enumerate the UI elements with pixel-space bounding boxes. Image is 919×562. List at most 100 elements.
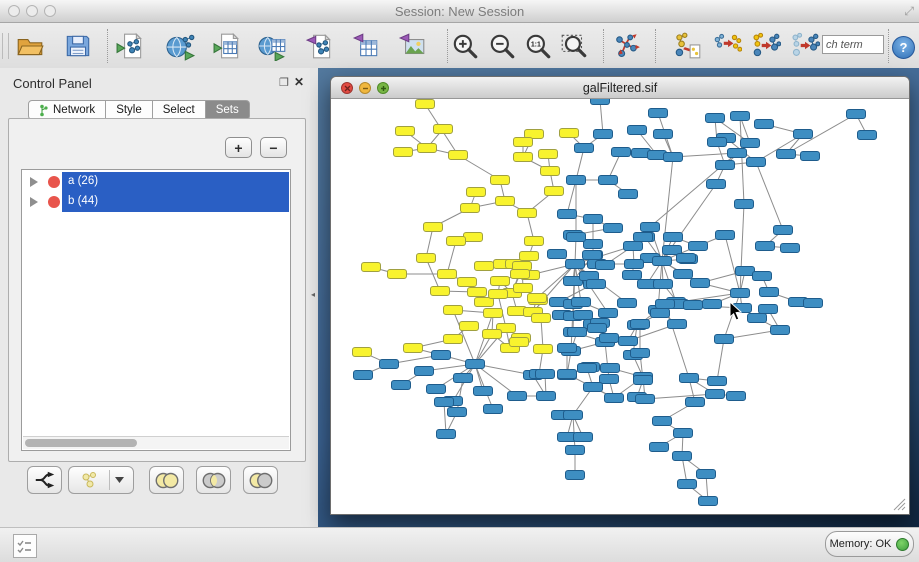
network-node[interactable] (511, 270, 530, 279)
network-node[interactable] (578, 364, 597, 373)
network-node[interactable] (755, 120, 774, 129)
network-node[interactable] (858, 131, 877, 140)
toolbar-drag-handle[interactable] (2, 33, 9, 59)
network-node[interactable] (735, 200, 754, 209)
network-node[interactable] (354, 371, 373, 380)
network-node[interactable] (748, 314, 767, 323)
network-node[interactable] (564, 411, 583, 420)
network-node[interactable] (394, 148, 413, 157)
network-node[interactable] (514, 284, 533, 293)
network-node[interactable] (454, 374, 473, 383)
network-node[interactable] (634, 233, 653, 242)
import-network-web-button[interactable] (164, 29, 198, 63)
horizontal-scrollbar[interactable] (23, 436, 289, 449)
network-node[interactable] (673, 452, 692, 461)
network-node[interactable] (708, 138, 727, 147)
network-node[interactable] (528, 294, 547, 303)
network-node[interactable] (575, 144, 594, 153)
network-canvas[interactable] (331, 99, 907, 512)
network-node[interactable] (539, 150, 558, 159)
deselect-nodes-button[interactable] (788, 29, 822, 63)
network-node[interactable] (677, 254, 696, 263)
network-node[interactable] (691, 279, 710, 288)
network-node[interactable] (541, 167, 560, 176)
network-node[interactable] (532, 314, 551, 323)
network-node[interactable] (619, 190, 638, 199)
import-table-web-button[interactable] (256, 29, 290, 63)
export-image-button[interactable] (395, 29, 429, 63)
network-node[interactable] (558, 370, 577, 379)
network-node[interactable] (624, 242, 643, 251)
network-node[interactable] (753, 272, 772, 281)
network-graph[interactable] (331, 99, 907, 512)
network-window-titlebar[interactable]: galFiltered.sif (331, 77, 909, 99)
network-node[interactable] (567, 233, 586, 242)
network-node[interactable] (731, 112, 750, 121)
network-node[interactable] (449, 151, 468, 160)
network-node[interactable] (631, 349, 650, 358)
network-node[interactable] (631, 320, 650, 329)
network-node[interactable] (684, 301, 703, 310)
network-node[interactable] (444, 306, 463, 315)
expand-arrow-icon[interactable] (30, 197, 38, 207)
network-node[interactable] (583, 251, 602, 260)
network-node[interactable] (604, 224, 623, 233)
network-node[interactable] (434, 125, 453, 134)
network-node[interactable] (404, 344, 423, 353)
network-node[interactable] (674, 270, 693, 279)
network-node[interactable] (424, 223, 443, 232)
network-node[interactable] (599, 309, 618, 318)
network-node[interactable] (491, 277, 510, 286)
network-node[interactable] (653, 417, 672, 426)
network-node[interactable] (847, 110, 866, 119)
dropdown-caret-icon[interactable] (115, 477, 124, 483)
network-node[interactable] (759, 305, 778, 314)
network-node[interactable] (716, 231, 735, 240)
network-node[interactable] (618, 299, 637, 308)
network-node[interactable] (600, 334, 619, 343)
intersect-sets-button[interactable] (196, 466, 231, 494)
network-node[interactable] (654, 130, 673, 139)
network-node[interactable] (649, 109, 668, 118)
import-network-file-button[interactable] (114, 29, 148, 63)
network-node[interactable] (736, 267, 755, 276)
network-node[interactable] (568, 328, 587, 337)
network-node[interactable] (536, 370, 555, 379)
network-node[interactable] (432, 351, 451, 360)
network-node[interactable] (415, 367, 434, 376)
network-node[interactable] (510, 338, 529, 347)
network-node[interactable] (731, 289, 750, 298)
network-node[interactable] (605, 394, 624, 403)
network-node[interactable] (600, 375, 619, 384)
network-node[interactable] (794, 130, 813, 139)
close-panel-icon[interactable]: ✕ (294, 75, 304, 89)
network-node[interactable] (353, 348, 372, 357)
network-node[interactable] (566, 471, 585, 480)
network-node[interactable] (514, 153, 533, 162)
network-node[interactable] (628, 126, 647, 135)
network-node[interactable] (483, 330, 502, 339)
network-node[interactable] (566, 446, 585, 455)
task-history-button[interactable] (13, 534, 37, 558)
network-node[interactable] (680, 374, 699, 383)
remove-set-button[interactable]: − (260, 137, 287, 158)
network-node[interactable] (664, 153, 683, 162)
network-node[interactable] (396, 127, 415, 136)
network-node[interactable] (774, 226, 793, 235)
set-row-b[interactable]: b (44) (22, 192, 290, 212)
resize-grip-icon[interactable] (893, 498, 906, 511)
network-node[interactable] (728, 149, 747, 158)
network-node[interactable] (591, 99, 610, 105)
panel-splitter[interactable]: ◂ (310, 68, 318, 527)
network-node[interactable] (468, 288, 487, 297)
network-node[interactable] (781, 244, 800, 253)
network-node[interactable] (438, 270, 457, 279)
expand-window-icon[interactable]: ⤢ (904, 4, 914, 19)
network-node[interactable] (594, 130, 613, 139)
network-node[interactable] (437, 430, 456, 439)
expand-arrow-icon[interactable] (30, 177, 38, 187)
float-panel-icon[interactable]: ❐ (279, 76, 289, 89)
network-node[interactable] (558, 344, 577, 353)
network-node[interactable] (686, 398, 705, 407)
network-node[interactable] (641, 223, 660, 232)
